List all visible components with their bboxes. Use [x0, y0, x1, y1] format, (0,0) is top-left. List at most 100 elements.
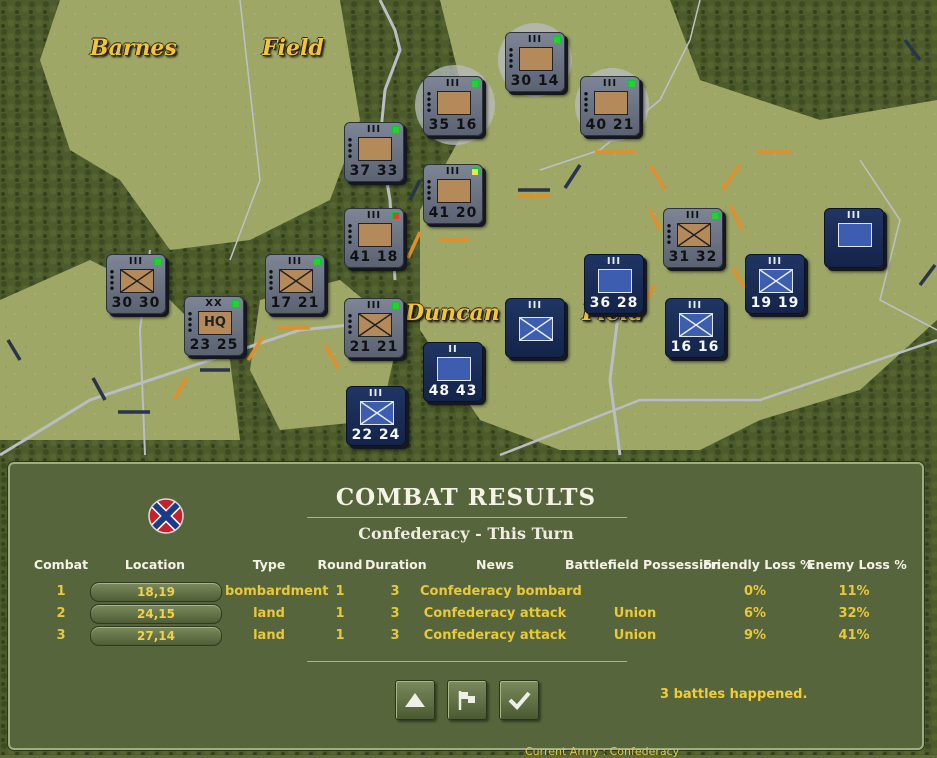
unit-strength: 31 32 — [668, 249, 718, 265]
unit-strength: 35 16 — [428, 117, 478, 133]
cell-friendly-loss: 0% — [743, 584, 767, 599]
unit-status-flag — [154, 258, 162, 266]
unit-strength: 41 18 — [349, 249, 399, 265]
unit-status-flag — [471, 168, 479, 176]
panel-subtitle: Confederacy - This Turn — [358, 524, 574, 543]
unit-strength: 41 20 — [428, 205, 478, 221]
cell-round: 1 — [335, 606, 345, 621]
current-army-status: Current Army : Confederacy — [525, 745, 680, 758]
unit-strength: 19 19 — [750, 295, 800, 311]
unit-counter[interactable]: III 17 21 — [265, 254, 325, 314]
artillery-icon — [594, 91, 628, 115]
unit-strength: 16 16 — [670, 339, 720, 355]
header-combat: Combat — [33, 557, 89, 572]
unit-counter[interactable]: III 41 20 — [423, 164, 483, 224]
unit-strength: 40 21 — [585, 117, 635, 133]
cell-enemy-loss: 11% — [838, 584, 870, 599]
unit-status-flag — [471, 80, 479, 88]
cell-combat: 1 — [56, 584, 66, 599]
cell-round: 1 — [335, 584, 345, 599]
flag-button[interactable] — [447, 680, 487, 720]
unit-size: II — [448, 344, 458, 355]
unit-morale-dots — [427, 179, 431, 201]
cell-duration: 3 — [390, 628, 400, 643]
cell-duration: 3 — [390, 584, 400, 599]
unit-counter[interactable]: II 48 43 — [423, 342, 483, 402]
unit-strength: 17 21 — [270, 295, 320, 311]
unit-counter[interactable]: III 40 21 — [580, 76, 640, 136]
unit-size: III — [767, 256, 783, 267]
unit-counter[interactable]: III 31 32 — [663, 208, 723, 268]
unit-morale-dots — [269, 269, 273, 291]
checkmark-icon — [508, 691, 531, 710]
unit-morale-dots — [188, 311, 192, 333]
unit-counter[interactable]: III 35 16 — [423, 76, 483, 136]
header-enemy-loss: Enemy Loss % — [807, 557, 907, 572]
unit-morale-dots — [348, 223, 352, 245]
unit-status-flag — [313, 258, 321, 266]
infantry-icon — [519, 317, 553, 341]
artillery-icon — [598, 269, 632, 293]
unit-size: III — [527, 300, 543, 311]
artillery-icon — [437, 91, 471, 115]
unit-size: III — [687, 300, 703, 311]
header-type: Type — [252, 557, 286, 572]
unit-strength: 30 14 — [510, 73, 560, 89]
confirm-button[interactable] — [499, 680, 539, 720]
cell-round: 1 — [335, 628, 345, 643]
unit-counter[interactable]: III 22 24 — [346, 386, 406, 446]
unit-morale-dots — [584, 91, 588, 113]
panel-title: COMBAT RESULTS — [335, 484, 597, 511]
cell-type: bombardment — [225, 584, 329, 599]
unit-counter[interactable]: XX HQ 23 25 — [184, 296, 244, 356]
header-location: Location — [124, 557, 186, 572]
unit-counter[interactable]: III 21 21 — [344, 298, 404, 358]
place-label-field: Field — [262, 35, 324, 61]
cell-news: Confederacy attack — [423, 606, 567, 621]
unit-counter[interactable]: III 30 14 — [505, 32, 565, 92]
artillery-icon — [437, 357, 471, 381]
unit-counter[interactable]: III 37 33 — [344, 122, 404, 182]
infantry-icon — [279, 269, 313, 293]
unit-status-flag — [232, 300, 240, 308]
unit-counter[interactable]: III — [505, 298, 565, 358]
location-button[interactable]: 18,19 — [90, 582, 222, 602]
cell-friendly-loss: 6% — [743, 606, 767, 621]
unit-strength: 30 30 — [111, 295, 161, 311]
cell-news: Confederacy bombard — [420, 584, 582, 599]
unit-counter[interactable]: III 36 28 — [584, 254, 644, 314]
cell-duration: 3 — [390, 606, 400, 621]
artillery-icon — [358, 223, 392, 247]
unit-status-flag — [553, 36, 561, 44]
location-button[interactable]: 27,14 — [90, 626, 222, 646]
unit-counter[interactable]: III 41 18 — [344, 208, 404, 268]
footer-divider — [307, 661, 627, 662]
unit-morale-dots — [348, 313, 352, 335]
cell-friendly-loss: 9% — [743, 628, 767, 643]
artillery-icon — [519, 47, 553, 71]
unit-counter[interactable]: III 30 30 — [106, 254, 166, 314]
header-news: News — [476, 557, 514, 572]
header-battlefield-possession: Battlefield Possession — [565, 557, 721, 572]
unit-strength: 36 28 — [589, 295, 639, 311]
battles-summary: 3 battles happened. — [660, 687, 808, 702]
unit-counter[interactable]: III 19 19 — [745, 254, 805, 314]
place-label-duncan: Duncan — [405, 300, 500, 326]
unit-counter[interactable]: III 16 16 — [665, 298, 725, 358]
unit-counter[interactable]: III — [824, 208, 884, 268]
flag-icon — [458, 691, 475, 710]
cell-enemy-loss: 32% — [838, 606, 870, 621]
cell-type: land — [253, 606, 285, 621]
unit-strength: 23 25 — [189, 337, 239, 353]
scroll-up-button[interactable] — [395, 680, 435, 720]
unit-status-flag — [392, 212, 400, 220]
infantry-icon — [120, 269, 154, 293]
infantry-icon — [679, 313, 713, 337]
unit-morale-dots — [427, 91, 431, 113]
infantry-icon — [360, 401, 394, 425]
infantry-icon — [759, 269, 793, 293]
location-button[interactable]: 24,15 — [90, 604, 222, 624]
cell-enemy-loss: 41% — [838, 628, 870, 643]
artillery-icon — [838, 223, 872, 247]
artillery-icon — [437, 179, 471, 203]
